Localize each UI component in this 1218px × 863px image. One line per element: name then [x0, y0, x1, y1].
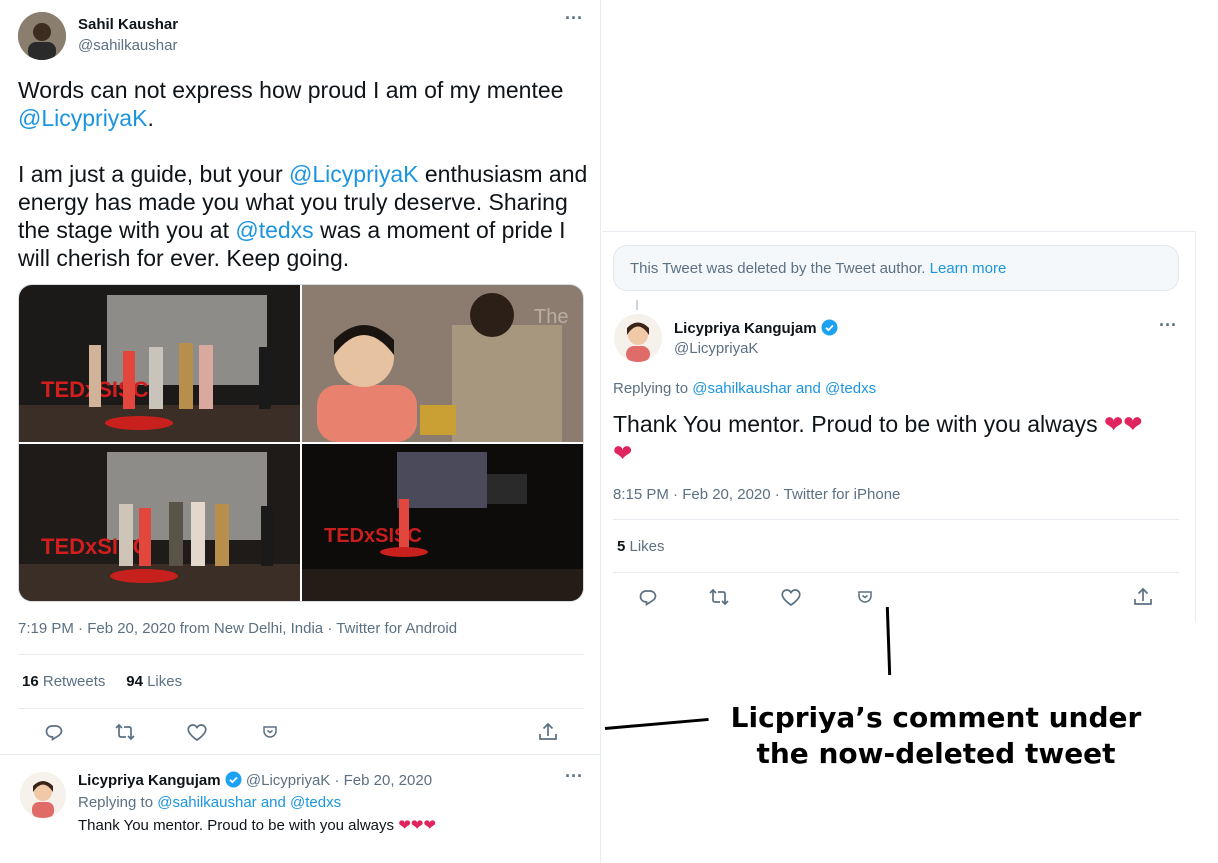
photo-award-closeup[interactable]: The	[302, 285, 583, 442]
tweet-meta[interactable]: 8:15 PM · Feb 20, 2020 · Twitter for iPh…	[613, 486, 900, 503]
reply-header: Licypriya Kangujam @LicypriyaK · Feb 20,…	[78, 771, 432, 789]
verified-badge-icon	[821, 319, 838, 336]
author-name-text[interactable]: Licypriya Kangujam	[674, 320, 817, 337]
like-icon[interactable]	[779, 585, 803, 609]
replying-to-links[interactable]: @sahilkaushar and @tedxs	[157, 794, 341, 811]
reply-author-name[interactable]: Licypriya Kangujam	[78, 772, 221, 789]
thread-connector	[636, 300, 638, 310]
annotation-caption: Licpriya’s comment under the now-deleted…	[716, 700, 1156, 772]
more-icon[interactable]: ···	[565, 8, 583, 29]
heart-emojis: ❤❤❤	[398, 817, 436, 834]
more-icon[interactable]: ···	[565, 766, 583, 787]
licypriya-avatar-small[interactable]	[20, 772, 66, 818]
divider	[613, 519, 1179, 520]
share-icon[interactable]	[1131, 585, 1155, 609]
annotation-line-1: Licpriya’s comment under	[730, 701, 1142, 734]
svg-text:The: The	[534, 306, 568, 328]
mention-link[interactable]: @LicypriyaK	[289, 161, 418, 187]
tweet-stats: 16 Retweets 94 Likes	[22, 673, 182, 690]
divider	[613, 572, 1179, 573]
more-icon[interactable]: ···	[1159, 315, 1177, 336]
divider	[18, 654, 584, 655]
deleted-tweet-notice: This Tweet was deleted by the Tweet auth…	[613, 245, 1179, 291]
divider	[0, 754, 601, 755]
author-handle[interactable]: @LicypriyaK	[674, 340, 758, 357]
reply-icon[interactable]	[42, 720, 66, 744]
likes-stat[interactable]: 5 Likes	[617, 538, 665, 555]
photo-stage-group[interactable]: TEDxSISC	[19, 285, 300, 442]
share-icon[interactable]	[536, 720, 560, 744]
reply-detail-panel: This Tweet was deleted by the Tweet auth…	[602, 231, 1196, 621]
photo-speaker-on-stage[interactable]: TEDxSISC	[302, 444, 583, 601]
learn-more-link[interactable]: Learn more	[930, 260, 1007, 277]
photo-grid: TEDxSISC The	[18, 284, 584, 602]
original-tweet-panel: Sahil Kaushar @sahilkaushar ··· Words ca…	[0, 0, 601, 863]
replying-to: Replying to @sahilkaushar and @tedxs	[613, 380, 877, 397]
bookmark-icon[interactable]	[258, 720, 282, 744]
verified-badge-icon	[225, 771, 242, 788]
replying-to: Replying to @sahilkaushar and @tedxs	[78, 794, 342, 811]
heart-emojis: ❤❤	[1103, 411, 1143, 437]
sahil-avatar[interactable]	[18, 12, 66, 60]
reply-text: Thank You mentor. Proud to be with you a…	[78, 817, 436, 834]
likes-stat[interactable]: 94 Likes	[126, 673, 182, 690]
photo-stage-group-2[interactable]: TEDxSISC	[19, 444, 300, 601]
reply-text: Thank You mentor. Proud to be with you a…	[613, 411, 1143, 466]
mention-link[interactable]: @LicypriyaK	[18, 105, 147, 131]
tweet-meta[interactable]: 7:19 PM · Feb 20, 2020 from New Delhi, I…	[18, 620, 457, 637]
retweets-stat[interactable]: 16 Retweets	[22, 673, 105, 690]
author-name: Licypriya Kangujam	[674, 319, 838, 337]
mention-link[interactable]: @tedxs	[235, 217, 313, 243]
reply-handle-date[interactable]: @LicypriyaK · Feb 20, 2020	[246, 772, 432, 789]
annotation-pointer-line	[604, 717, 709, 730]
author-handle[interactable]: @sahilkaushar	[78, 37, 177, 54]
like-icon[interactable]	[185, 720, 209, 744]
divider	[18, 708, 584, 709]
reply-icon[interactable]	[636, 585, 660, 609]
annotation-line-2: the now-deleted tweet	[756, 737, 1116, 770]
heart-emoji: ❤	[613, 440, 633, 466]
author-name[interactable]: Sahil Kaushar	[78, 16, 178, 33]
bookmark-icon[interactable]	[853, 585, 877, 609]
replying-to-links[interactable]: @sahilkaushar and @tedxs	[692, 380, 876, 397]
tweet-text: Words can not express how proud I am of …	[18, 77, 588, 271]
licypriya-avatar[interactable]	[614, 314, 662, 362]
retweet-icon[interactable]	[707, 585, 731, 609]
retweet-icon[interactable]	[113, 720, 137, 744]
